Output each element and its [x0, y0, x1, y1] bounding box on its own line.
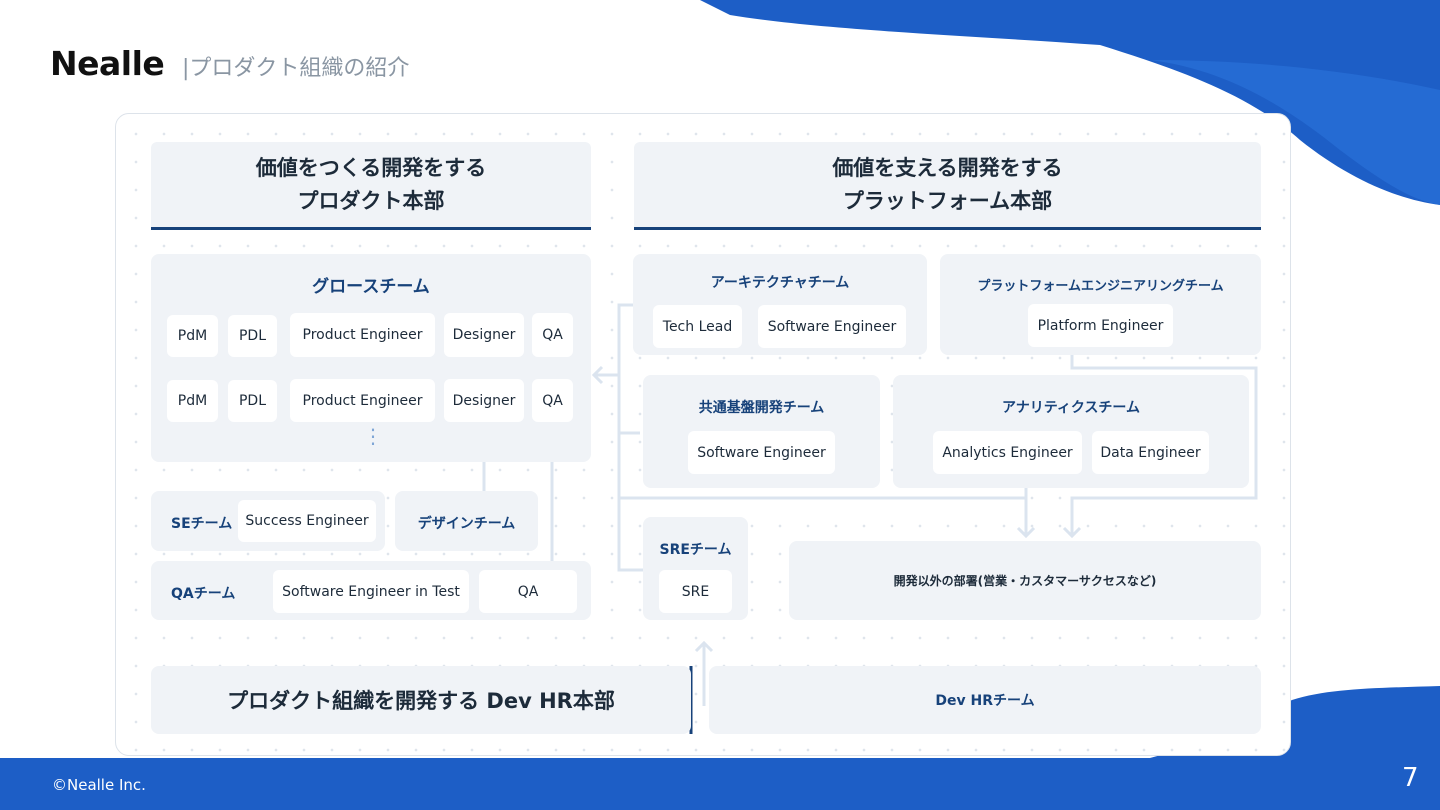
- devhr-team-name: Dev HRチーム: [935, 693, 1035, 709]
- member-chip-designer: Designer: [444, 379, 524, 422]
- other-departments-box: 開発以外の部署(営業・カスタマーサクセスなど): [789, 541, 1261, 620]
- platform-division-title-line1: 価値を支える開発をする: [832, 155, 1063, 180]
- member-chip-sre: SRE: [659, 570, 732, 613]
- member-chip-analytics-engineer: Analytics Engineer: [933, 431, 1082, 474]
- member-chip-platform-engineer: Platform Engineer: [1028, 304, 1173, 347]
- member-chip-qa: QA: [532, 379, 573, 422]
- other-departments-label: 開発以外の部署(営業・カスタマーサクセスなど): [893, 574, 1157, 588]
- devhr-division-title: プロダクト組織を開発する Dev HR本部: [227, 689, 615, 713]
- member-chip-software-engineer-in-test: Software Engineer in Test: [273, 570, 469, 613]
- member-chip-designer: Designer: [444, 313, 524, 357]
- devhr-team-box: Dev HRチーム: [709, 666, 1261, 734]
- platform-division-title-line2: プラットフォーム本部: [842, 188, 1053, 213]
- product-division-title-line2: プロダクト本部: [297, 188, 445, 213]
- page-number: 7: [1402, 763, 1419, 793]
- design-team-name: デザインチーム: [417, 516, 516, 532]
- common-base-team-name: 共通基盤開発チーム: [698, 400, 825, 416]
- more-rows-icon: ⋮: [363, 424, 383, 448]
- devhr-division-box: プロダクト組織を開発する Dev HR本部: [151, 666, 691, 734]
- se-team-name: SEチーム: [171, 516, 233, 532]
- member-chip-product-engineer: Product Engineer: [290, 379, 435, 422]
- member-chip-tech-lead: Tech Lead: [653, 305, 742, 348]
- member-chip-qa: QA: [532, 313, 573, 357]
- growth-team-name: グロースチーム: [312, 277, 430, 297]
- member-chip-success-engineer: Success Engineer: [238, 500, 376, 542]
- architecture-team-name: アーキテクチャチーム: [710, 275, 850, 291]
- platform-division-header: 価値を支える開発をする プラットフォーム本部: [634, 142, 1261, 230]
- design-team-box: デザインチーム: [395, 491, 538, 551]
- sre-team-name: SREチーム: [659, 542, 732, 558]
- member-chip-pdl: PDL: [228, 380, 277, 422]
- product-division-header: 価値をつくる開発をする プロダクト本部: [151, 142, 591, 230]
- member-chip-product-engineer: Product Engineer: [290, 313, 435, 357]
- platform-engineering-team-name: プラットフォームエンジニアリングチーム: [977, 279, 1224, 294]
- member-chip-pdm: PdM: [167, 380, 218, 422]
- copyright: ©Nealle Inc.: [52, 776, 146, 794]
- analytics-team-name: アナリティクスチーム: [1001, 400, 1141, 416]
- member-chip-software-engineer: Software Engineer: [688, 431, 835, 474]
- product-division-title-line1: 価値をつくる開発をする: [255, 155, 487, 180]
- footer-bar: [0, 758, 1440, 810]
- growth-team-box: グロースチーム ⋮: [151, 254, 591, 462]
- member-chip-pdl: PDL: [228, 315, 277, 357]
- qa-team-name: QAチーム: [171, 586, 236, 602]
- member-chip-pdm: PdM: [167, 315, 218, 357]
- member-chip-data-engineer: Data Engineer: [1092, 431, 1209, 474]
- member-chip-software-engineer: Software Engineer: [758, 305, 906, 348]
- member-chip-qa: QA: [479, 570, 577, 613]
